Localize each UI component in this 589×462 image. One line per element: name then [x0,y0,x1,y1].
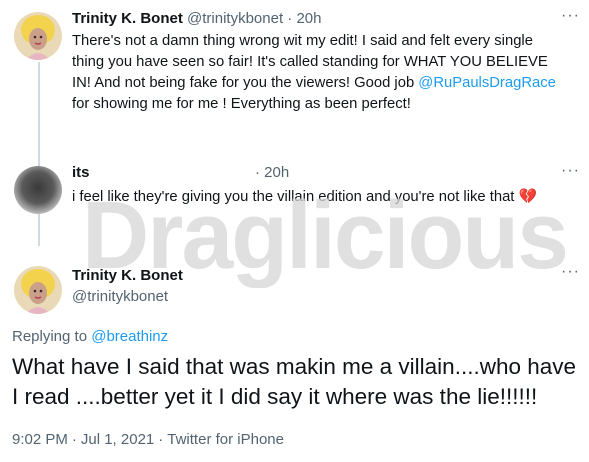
tweet-text-part: i feel like they're giving you the villa… [72,189,515,205]
tweet-time[interactable]: 20h [296,10,321,27]
avatar[interactable] [14,12,62,60]
avatar-image [14,266,62,314]
avatar-image [14,12,62,60]
tweet-header: its [72,164,90,181]
tweet-footer: 9:02 PM · Jul 1, 2021 · Twitter for iPhone [12,431,284,448]
broken-heart-icon: 💔 [518,189,537,205]
tweet-text: i feel like they're giving you the villa… [72,187,567,208]
replying-to-label: Replying to [12,328,88,345]
author-name[interactable]: Trinity K. Bonet [72,267,183,284]
separator-dot: · [71,431,77,448]
more-options-icon[interactable]: ··· [561,7,580,25]
tweet-2[interactable]: its · 20h ··· i feel like they're giving… [0,150,589,245]
tweet-date[interactable]: Jul 1, 2021 [81,431,154,448]
tweet-source[interactable]: Twitter for iPhone [167,431,284,448]
more-options-icon[interactable]: ··· [561,263,580,281]
author-handle[interactable]: @trinitykbonet [187,10,283,27]
more-options-icon[interactable]: ··· [561,162,580,180]
main-tweet-text: What have I said that was makin me a vil… [12,354,577,409]
tweet-1[interactable]: Trinity K. Bonet @trinitykbonet · 20h ··… [0,0,589,150]
separator-dot: · [158,431,164,448]
tweet-time[interactable]: · 20h [255,164,289,181]
tweet-header: Trinity K. Bonet @trinitykbonet · 20h [72,10,322,27]
tweet-text-part: for showing me for me ! Everything as be… [72,96,411,112]
avatar-image [14,166,62,214]
replying-to-mention[interactable]: @breathinz [91,328,168,345]
author-name-text: Trinity K. Bonet [72,267,183,284]
author-handle[interactable]: @trinitykbonet [72,288,168,305]
tweet-text: There's not a damn thing wrong wit my ed… [72,31,567,115]
replying-to: Replying to @breathinz [12,328,168,345]
mention-link[interactable]: @RuPaulsDragRace [418,75,556,91]
avatar-blurred[interactable] [14,166,62,214]
tweet-timestamp[interactable]: 9:02 PM [12,431,68,448]
author-name[interactable]: Trinity K. Bonet [72,10,183,27]
avatar[interactable] [14,266,62,314]
separator-dot: · [287,10,293,27]
author-name[interactable]: its [72,164,90,181]
